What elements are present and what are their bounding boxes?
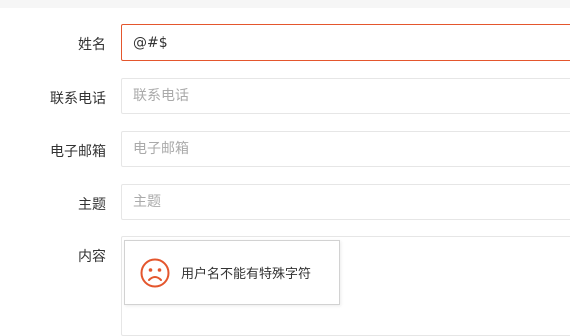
content-label: 内容: [78, 249, 106, 265]
error-message: 用户名不能有特殊字符: [181, 267, 312, 282]
name-input[interactable]: [121, 24, 570, 61]
subject-input[interactable]: [121, 184, 570, 220]
name-label: 姓名: [78, 37, 106, 53]
error-tooltip: 用户名不能有特殊字符: [124, 240, 340, 305]
phone-input[interactable]: [121, 78, 570, 114]
sad-face-icon: [140, 258, 170, 287]
email-input[interactable]: [121, 131, 570, 167]
form-row-subject: 主题: [0, 184, 570, 221]
top-strip: [0, 0, 570, 8]
form-row-phone: 联系电话: [0, 78, 570, 115]
subject-label: 主题: [78, 197, 106, 213]
form-row-name: 姓名: [0, 24, 570, 61]
form-row-email: 电子邮箱: [0, 131, 570, 168]
email-label: 电子邮箱: [50, 144, 106, 160]
phone-label: 联系电话: [50, 91, 106, 107]
